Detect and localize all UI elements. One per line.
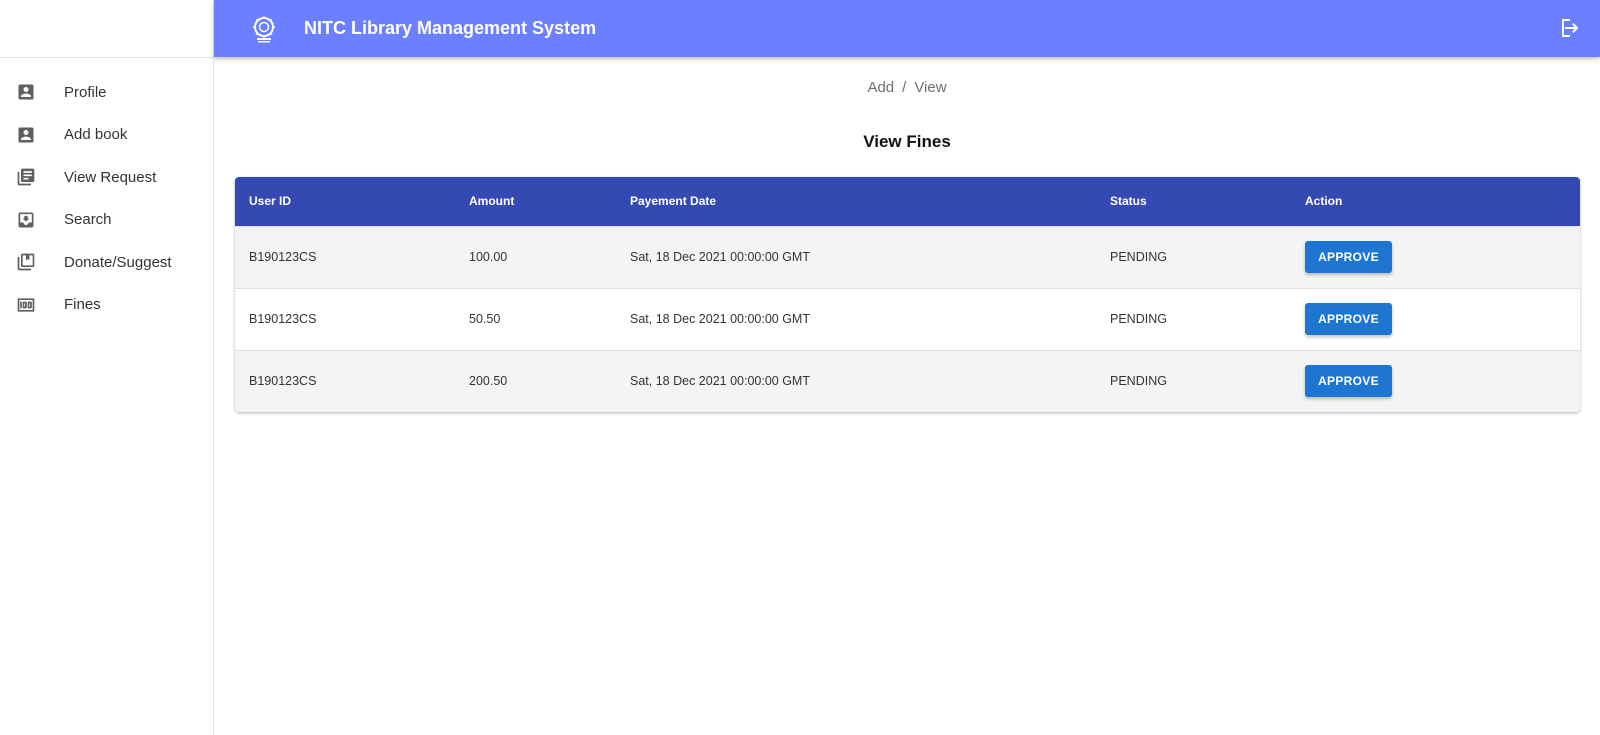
sidebar-item-label: Fines <box>64 296 101 314</box>
cell-amount: 200.50 <box>469 374 508 389</box>
column-header-user-id: User ID <box>249 194 292 209</box>
cell-user-id: B190123CS <box>249 312 317 326</box>
column-header-status: Status <box>1110 194 1147 209</box>
cell-user-id: B190123CS <box>249 374 317 389</box>
breadcrumb-separator: / <box>902 79 907 96</box>
fines-table: User ID Amount Payement Date Status Acti… <box>235 177 1580 412</box>
sidebar-item-label: View Request <box>64 168 157 186</box>
table-header: User ID Amount Payement Date Status Acti… <box>235 177 1580 226</box>
sidebar: Profile Add book View Request Search Don… <box>0 0 214 735</box>
sidebar-item-label: Add book <box>64 126 128 144</box>
cell-action: APPROVE <box>1291 350 1580 412</box>
logout-icon[interactable] <box>1558 16 1582 40</box>
app-title: NITC Library Management System <box>304 18 597 38</box>
account-box-icon <box>16 125 36 145</box>
approve-button[interactable]: APPROVE <box>1305 365 1392 398</box>
cell-status: PENDING <box>1110 312 1167 326</box>
cell-payment-date: Sat, 18 Dec 2021 00:00:00 GMT <box>630 312 810 326</box>
column-header-amount: Amount <box>469 194 515 209</box>
library-books-icon <box>16 167 36 187</box>
cell-action: APPROVE <box>1291 226 1580 288</box>
nitc-emblem-icon <box>250 15 278 43</box>
app-header: NITC Library Management System <box>214 0 1600 57</box>
table-row: B190123CS 100.00 Sat, 18 Dec 2021 00:00:… <box>235 226 1580 288</box>
sidebar-header <box>0 0 213 58</box>
sidebar-item-label: Donate/Suggest <box>64 253 172 271</box>
cell-amount: 100.00 <box>469 250 508 264</box>
sidebar-item-search[interactable]: Search <box>0 199 213 242</box>
sidebar-item-fines[interactable]: Fines <box>0 284 213 327</box>
breadcrumb-add-link[interactable]: Add <box>867 79 894 96</box>
cell-status: PENDING <box>1110 250 1167 264</box>
sidebar-item-label: Profile <box>64 83 107 101</box>
table-row: B190123CS 50.50 Sat, 18 Dec 2021 00:00:0… <box>235 288 1580 350</box>
approve-button[interactable]: APPROVE <box>1305 241 1392 273</box>
library-add-icon <box>16 252 36 272</box>
sidebar-item-donate-suggest[interactable]: Donate/Suggest <box>0 241 213 284</box>
sidebar-item-view-request[interactable]: View Request <box>0 156 213 199</box>
table-row: B190123CS 200.50 Sat, 18 Dec 2021 00:00:… <box>235 350 1580 412</box>
column-header-payment-date: Payement Date <box>630 194 717 209</box>
sidebar-item-add-book[interactable]: Add book <box>0 114 213 157</box>
move-to-inbox-icon <box>16 210 36 230</box>
fines-table-container: User ID Amount Payement Date Status Acti… <box>235 177 1580 412</box>
column-header-action: Action <box>1305 194 1343 209</box>
money-icon <box>16 295 36 315</box>
cell-amount: 50.50 <box>469 312 501 326</box>
table-header-row: User ID Amount Payement Date Status Acti… <box>235 177 1580 226</box>
cell-status: PENDING <box>1110 374 1167 389</box>
cell-user-id: B190123CS <box>249 250 317 264</box>
approve-button[interactable]: APPROVE <box>1305 303 1392 335</box>
cell-payment-date: Sat, 18 Dec 2021 00:00:00 GMT <box>630 374 810 389</box>
breadcrumb-view-link[interactable]: View <box>914 79 946 96</box>
sidebar-item-profile[interactable]: Profile <box>0 71 213 114</box>
sidebar-nav: Profile Add book View Request Search Don… <box>0 58 213 326</box>
main-content: Add / View View Fines User ID Amount Payem… <box>214 57 1600 735</box>
cell-payment-date: Sat, 18 Dec 2021 00:00:00 GMT <box>630 250 810 264</box>
table-body: B190123CS 100.00 Sat, 18 Dec 2021 00:00:… <box>235 226 1580 412</box>
page-title: View Fines <box>863 132 951 151</box>
sidebar-item-label: Search <box>64 211 112 229</box>
cell-action: APPROVE <box>1291 288 1580 350</box>
account-box-icon <box>16 82 36 102</box>
breadcrumb: Add / View <box>214 79 1600 96</box>
